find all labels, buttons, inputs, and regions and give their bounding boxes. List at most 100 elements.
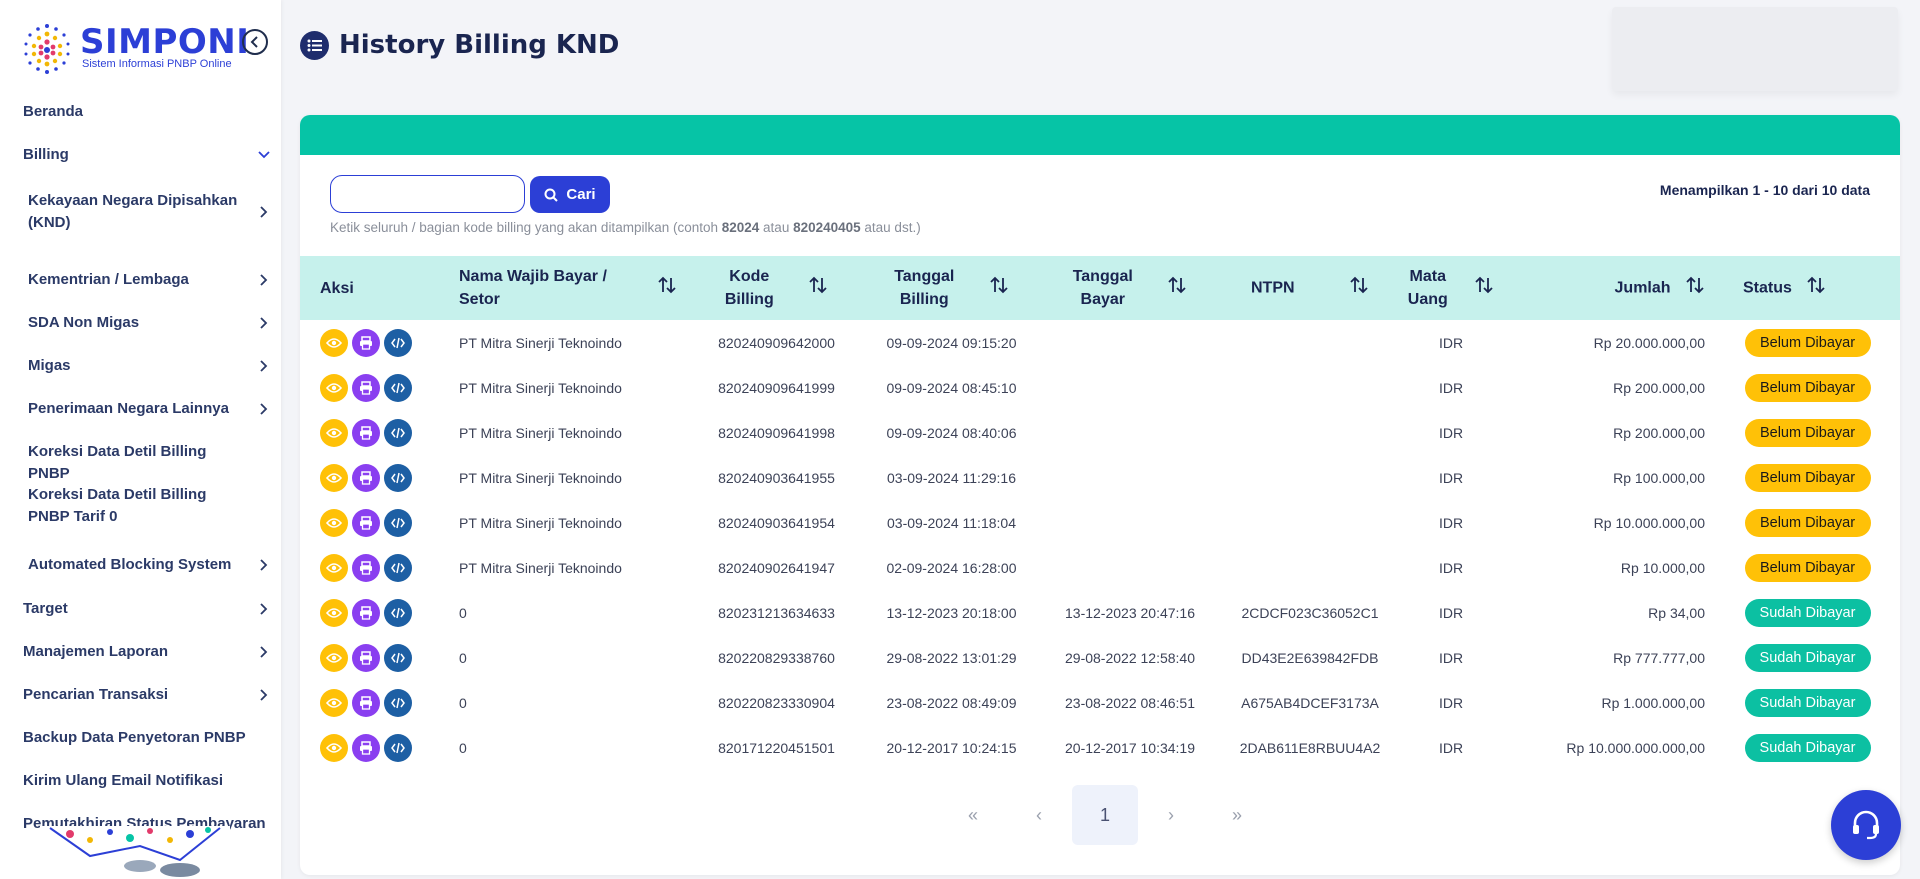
cell-jumlah: Rp 10.000.000.000,00 [1566,739,1705,756]
print-button[interactable] [352,598,380,627]
sort-icon[interactable] [1806,275,1826,302]
sidebar-item-manajemen-laporan[interactable]: Manajemen Laporan [0,641,281,663]
view-button[interactable] [320,733,348,762]
first-page-button[interactable]: « [940,785,1006,845]
code-button[interactable] [384,688,412,717]
print-button[interactable] [352,688,380,717]
col-header-ntpn[interactable]: NTPN [1215,256,1405,320]
sidebar-item-sda-non-migas[interactable]: SDA Non Migas [0,312,281,334]
sort-icon[interactable] [1474,275,1494,302]
next-page-button[interactable]: › [1138,785,1204,845]
eye-icon [326,697,342,708]
sidebar-item-label: Billing [23,146,69,163]
cell-tanggal-bayar [1045,365,1215,410]
col-header-mata-uang[interactable]: Mata Uang [1405,256,1497,320]
code-button[interactable] [384,418,412,447]
view-button[interactable] [320,373,348,402]
table-row: 0 820231213634633 13-12-2023 20:18:00 13… [300,590,1900,635]
print-button[interactable] [352,508,380,537]
col-header-tanggal-bayar[interactable]: Tanggal Bayar [1045,256,1215,320]
printer-icon [360,515,372,530]
view-button[interactable] [320,553,348,582]
table-row: PT Mitra Sinerji Teknoindo 8202409096419… [300,365,1900,410]
cell-kode-billing: 820220829338760 [718,649,835,666]
print-button[interactable] [352,418,380,447]
current-page-button[interactable]: 1 [1072,785,1138,845]
search-button[interactable]: Cari [530,176,610,213]
sidebar-item-automated-blocking-system[interactable]: Automated Blocking System [0,554,281,576]
status-badge: Sudah Dibayar [1744,598,1871,627]
print-button[interactable] [352,733,380,762]
view-button[interactable] [320,418,348,447]
sort-icon[interactable] [1349,275,1369,302]
printer-icon [360,470,372,485]
printer-icon [360,560,372,575]
col-header-aksi: Aksi [320,279,354,297]
printer-icon [360,605,372,620]
view-button[interactable] [320,508,348,537]
sidebar-item-pencarian-transaksi[interactable]: Pencarian Transaksi [0,684,281,706]
table-header-row: Aksi Nama Wajib Bayar / Setor Kode Billing… [300,256,1900,320]
code-button[interactable] [384,553,412,582]
help-chat-button[interactable] [1831,790,1901,860]
chevron-left-icon [250,36,258,48]
sort-icon[interactable] [657,275,677,302]
sidebar-item-koreksi-data-detil-billing-pnbp-tarif-0[interactable]: Koreksi Data Detil Billing PNBP Tarif 0 [0,484,281,528]
sort-icon[interactable] [1167,275,1187,302]
col-header-kode[interactable]: Kode Billing [695,256,858,320]
sidebar-item-kirim-ulang-email-notifikasi[interactable]: Kirim Ulang Email Notifikasi [0,770,281,792]
sort-icon[interactable] [989,275,1009,302]
col-header-tanggal-billing[interactable]: Tanggal Billing [858,256,1045,320]
collapse-sidebar-button[interactable] [242,29,268,55]
sidebar-item-kementrian-lembaga[interactable]: Kementrian / Lembaga [0,269,281,291]
code-button[interactable] [384,598,412,627]
table-row: 0 820220823330904 23-08-2022 08:49:09 23… [300,680,1900,725]
view-button[interactable] [320,688,348,717]
sidebar-item-penerimaan-negara-lainnya[interactable]: Penerimaan Negara Lainnya [0,398,281,420]
print-button[interactable] [352,553,380,582]
prev-page-button[interactable]: ‹ [1006,785,1072,845]
print-button[interactable] [352,328,380,357]
code-button[interactable] [384,733,412,762]
app-logo[interactable]: SIMPONI Sistem Informasi PNBP Online [18,18,249,80]
chevron-right-icon [260,317,268,329]
sort-icon[interactable] [1685,275,1705,302]
print-button[interactable] [352,643,380,672]
sidebar-item-kekayaan-negara-dipisahkan-knd[interactable]: Kekayaan Negara Dipisahkan (KND) [0,190,281,234]
sort-icon[interactable] [808,275,828,302]
code-button[interactable] [384,328,412,357]
sidebar-item-koreksi-data-detil-billing-pnbp[interactable]: Koreksi Data Detil Billing PNBP [0,441,281,485]
col-header-nama[interactable]: Nama Wajib Bayar / Setor [439,256,695,320]
cell-jumlah: Rp 10.000,00 [1620,559,1705,576]
view-button[interactable] [320,463,348,492]
sidebar-item-backup-data-penyetoran-pnbp[interactable]: Backup Data Penyetoran PNBP [0,727,281,749]
cell-status: Sudah Dibayar [1715,680,1900,725]
sidebar-item-beranda[interactable]: Beranda [0,101,281,123]
search-input[interactable] [330,175,525,213]
code-icon [391,427,405,438]
code-button[interactable] [384,643,412,672]
print-button[interactable] [352,373,380,402]
cell-tanggal-billing: 13-12-2023 20:18:00 [886,604,1017,621]
col-header-status[interactable]: Status [1715,256,1900,320]
last-page-button[interactable]: » [1204,785,1270,845]
eye-icon [326,382,342,393]
cell-mata-uang: IDR [1438,559,1464,576]
code-button[interactable] [384,508,412,537]
chevron-right-icon [260,559,268,571]
sidebar-item-billing[interactable]: Billing [0,144,281,166]
view-button[interactable] [320,643,348,672]
cell-jumlah: Rp 34,00 [1648,604,1705,621]
sidebar-item-target[interactable]: Target [0,598,281,620]
user-profile-area[interactable] [1612,7,1898,91]
code-button[interactable] [384,463,412,492]
view-button[interactable] [320,328,348,357]
print-button[interactable] [352,463,380,492]
code-icon [391,472,405,483]
cell-ntpn: DD43E2E639842FDB [1241,649,1379,666]
view-button[interactable] [320,598,348,627]
col-header-jumlah[interactable]: Jumlah [1497,256,1715,320]
cell-ntpn [1215,500,1405,545]
sidebar-item-migas[interactable]: Migas [0,355,281,377]
code-button[interactable] [384,373,412,402]
